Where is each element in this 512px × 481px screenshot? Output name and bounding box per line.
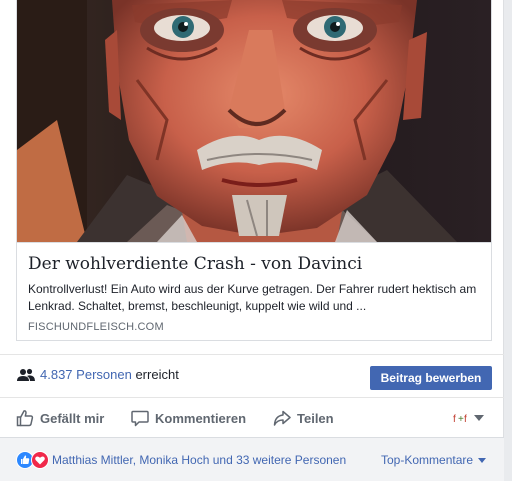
comment-label: Kommentieren	[155, 410, 247, 426]
reach-row: 4.837 Personen erreicht Beitrag bewerben	[0, 354, 504, 396]
comment-button[interactable]: Kommentieren	[131, 398, 246, 438]
link-preview[interactable]: Der wohlverdiente Crash - von Davinci Ko…	[16, 0, 492, 341]
preview-description: Kontrollverlust! Ein Auto wird aus der K…	[28, 282, 477, 313]
like-reaction-icon	[16, 451, 34, 469]
reaction-names-link[interactable]: Matthias Mittler, Monika Hoch und 33 wei…	[52, 452, 346, 468]
chevron-down-icon	[474, 415, 484, 421]
share-icon	[273, 410, 291, 426]
reach-text: 4.837 Personen erreicht	[40, 367, 179, 383]
like-button[interactable]: Gefällt mir	[16, 398, 104, 438]
reach-suffix: erreicht	[135, 367, 179, 382]
reaction-icons[interactable]	[16, 451, 50, 469]
post-card: Der wohlverdiente Crash - von Davinci Ko…	[0, 0, 504, 481]
page-avatar-icon: f + f	[453, 414, 467, 425]
reach-people-link[interactable]: Personen	[76, 367, 132, 382]
preview-text[interactable]: Der wohlverdiente Crash - von Davinci Ko…	[17, 242, 491, 340]
preview-domain: FISCHUNDFLEISCH.COM	[28, 321, 164, 333]
share-button[interactable]: Teilen	[273, 398, 334, 438]
preview-image[interactable]	[17, 0, 491, 242]
people-icon	[17, 368, 35, 381]
reaction-bar: Matthias Mittler, Monika Hoch und 33 wei…	[0, 437, 504, 481]
share-label: Teilen	[297, 410, 334, 426]
thumbs-up-icon	[16, 410, 34, 427]
top-comments-dropdown[interactable]: Top-Kommentare	[381, 452, 487, 468]
reach-count[interactable]: 4.837	[40, 367, 73, 382]
svg-text:f: f	[464, 414, 467, 425]
page-selector[interactable]: f + f	[452, 410, 484, 426]
comment-icon	[131, 410, 149, 427]
love-reaction-icon	[31, 451, 49, 469]
preview-title[interactable]: Der wohlverdiente Crash - von Davinci	[28, 253, 480, 275]
like-label: Gefällt mir	[40, 410, 105, 426]
portrait-illustration	[17, 0, 491, 242]
action-bar: Gefällt mir Kommentieren Teilen f + f	[0, 397, 504, 437]
promote-post-button[interactable]: Beitrag bewerben	[370, 366, 492, 390]
top-comments-label: Top-Kommentare	[381, 453, 474, 467]
chevron-down-icon	[478, 457, 487, 463]
svg-text:f: f	[453, 414, 456, 425]
